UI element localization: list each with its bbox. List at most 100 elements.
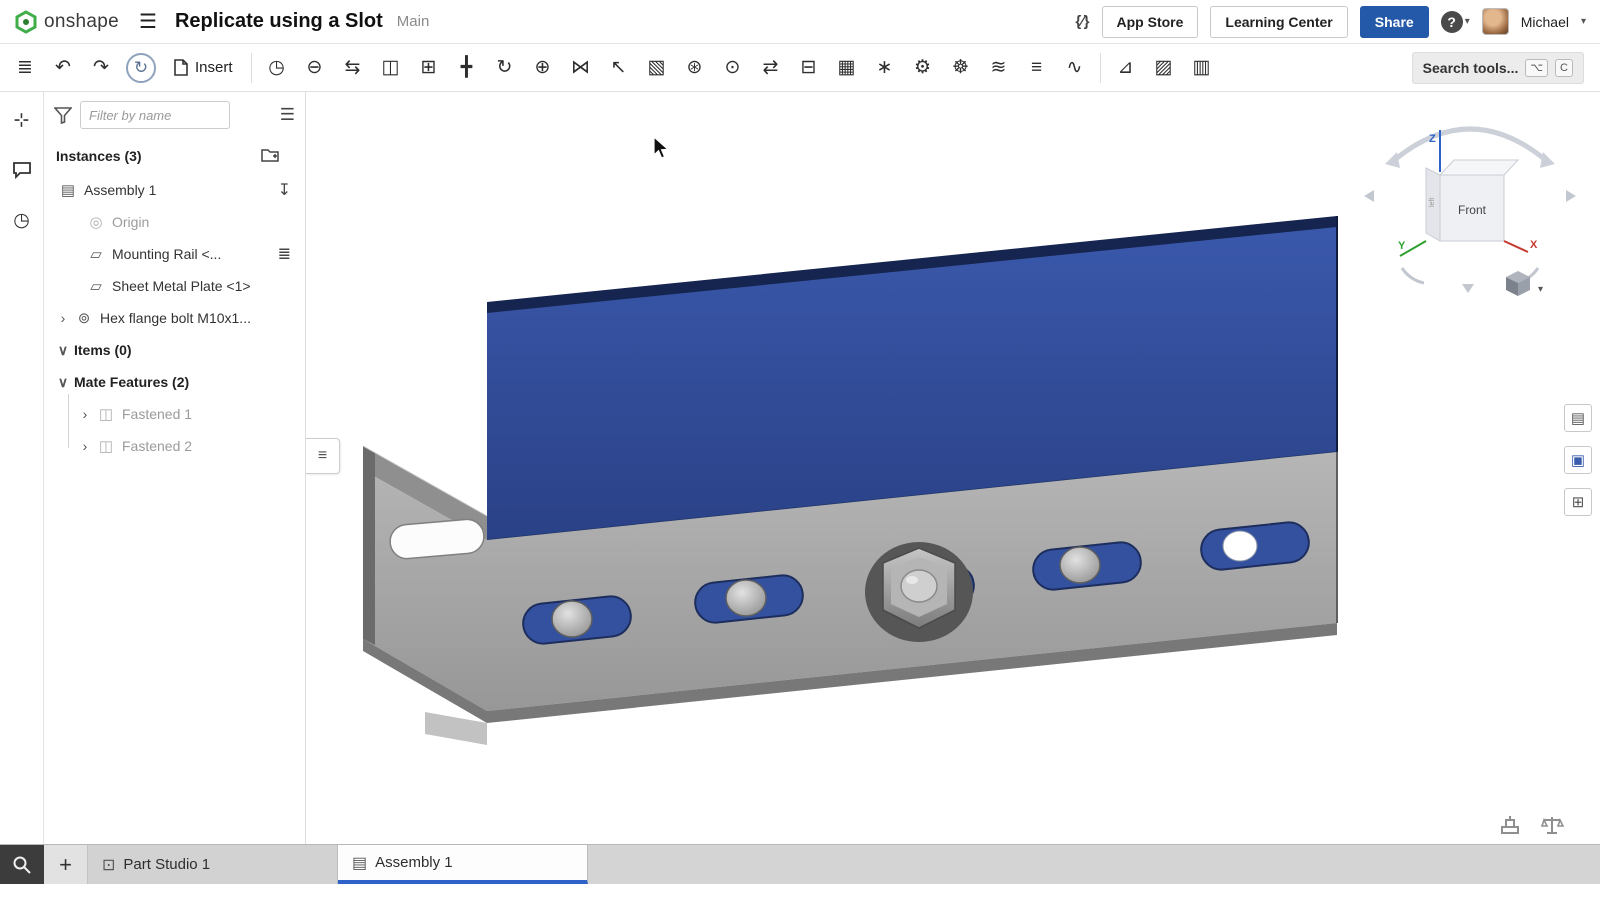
instances-header-label: Instances (3) — [56, 148, 142, 164]
collapse-chevron-icon[interactable]: ∨ — [56, 374, 70, 391]
tree-row-assembly[interactable]: ▤ Assembly 1 ↧ — [44, 174, 305, 206]
insert-page-icon — [174, 59, 188, 76]
rotate-tool-icon[interactable]: ↻ — [486, 49, 524, 87]
expand-chevron-icon[interactable]: › — [78, 406, 92, 422]
expand-chevron-icon[interactable]: › — [78, 438, 92, 454]
list-view-icon[interactable]: ☰ — [280, 105, 295, 125]
assembly-toolbar: ≣ ↶ ↷ ↻ Insert ◷ ⊖ ⇆ ◫ ⊞ ╋ ↻ ⊕ ⋈ ↖ ▧ ⊛ ⊙… — [0, 44, 1600, 92]
gear-relation-icon[interactable]: ⚙ — [904, 49, 942, 87]
mate-features-header[interactable]: ∨ Mate Features (2) — [44, 366, 305, 398]
flat-pattern-panel-icon[interactable]: ⊞ — [1564, 488, 1592, 516]
print-3d-icon[interactable] — [1498, 814, 1522, 836]
planar-mate-icon[interactable]: ◫ — [372, 49, 410, 87]
view-cube[interactable]: Front left Z Y X — [1364, 129, 1576, 293]
display-mode-caret-icon: ▾ — [1538, 284, 1543, 295]
origin-icon: ◎ — [86, 213, 106, 231]
expand-chevron-icon[interactable]: › — [56, 310, 70, 326]
tree-row-mounting-rail[interactable]: ▱ Mounting Rail <... ≣ — [44, 238, 305, 270]
transfer-instance-icon[interactable]: ⇄ — [752, 49, 790, 87]
search-tools-label: Search tools... — [1423, 60, 1519, 76]
learning-center-button[interactable]: Learning Center — [1210, 6, 1347, 38]
search-tools-box[interactable]: Search tools... ⌥ C — [1412, 52, 1584, 84]
view-down-arrow-icon[interactable] — [1462, 284, 1474, 293]
svg-text:X: X — [1530, 239, 1538, 251]
share-button[interactable]: Share — [1360, 6, 1429, 38]
view-right-arrow-icon[interactable] — [1566, 190, 1576, 202]
workspace-name[interactable]: Main — [397, 13, 430, 30]
fastened-2-label: Fastened 2 — [122, 438, 192, 454]
spline-path-icon[interactable]: ∿ — [1056, 49, 1094, 87]
new-tab-button[interactable]: + — [44, 845, 88, 884]
tree-row-sheet-metal-plate[interactable]: ▱ Sheet Metal Plate <1> — [44, 270, 305, 302]
arrange-icon[interactable]: ≡ — [1018, 49, 1056, 87]
mate-features-header-label: Mate Features (2) — [74, 374, 189, 390]
search-graphics-button[interactable] — [0, 845, 44, 884]
onshape-logo[interactable]: onshape — [14, 10, 119, 34]
tree-row-hex-bolt[interactable]: › ⊚ Hex flange bolt M10x1... — [44, 302, 305, 334]
part-studio-tab-label: Part Studio 1 — [123, 856, 210, 873]
hex-flange-bolt-part[interactable] — [865, 542, 973, 642]
assembly-label: Assembly 1 — [84, 182, 156, 198]
features-list-icon[interactable]: ≣ — [6, 49, 44, 87]
tree-row-fastened-2[interactable]: › ◫ Fastened 2 — [44, 430, 305, 462]
history-icon[interactable]: ◷ — [8, 206, 36, 234]
help-menu[interactable]: ? ▾ — [1441, 11, 1470, 33]
svg-text:left: left — [1429, 198, 1436, 207]
insert-derived-icon[interactable]: ⊙ — [714, 49, 752, 87]
cylindrical-mate-icon[interactable]: ⊖ — [296, 49, 334, 87]
replicate-icon[interactable]: ⊛ — [676, 49, 714, 87]
triad-move-icon[interactable]: ⊕ — [524, 49, 562, 87]
user-avatar[interactable] — [1482, 8, 1509, 35]
width-mate-icon[interactable]: ⋈ — [562, 49, 600, 87]
appearance-panel-icon[interactable]: ▣ — [1564, 446, 1592, 474]
filter-input[interactable] — [80, 101, 230, 129]
api-code-icon[interactable]: {∕} — [1075, 13, 1089, 30]
view-cube-top-face[interactable] — [1440, 160, 1518, 175]
model-tree-panel-icon[interactable]: ▤ — [1564, 404, 1592, 432]
draft-check-icon[interactable]: ▨ — [1145, 49, 1183, 87]
hamburger-menu-icon[interactable]: ☰ — [139, 9, 157, 34]
translate-xy-icon[interactable]: ⊞ — [410, 49, 448, 87]
bottom-tab-bar: + ⊡ Part Studio 1 ▤ Assembly 1 — [0, 844, 1600, 884]
new-folder-icon[interactable] — [261, 148, 279, 165]
update-sync-icon[interactable]: ↻ — [126, 53, 156, 83]
redo-icon[interactable]: ↷ — [82, 49, 120, 87]
rack-relation-icon[interactable]: ≋ — [980, 49, 1018, 87]
free-drag-icon[interactable]: ╋ — [448, 49, 486, 87]
part-icon: ▱ — [86, 245, 106, 263]
panel-collapse-handle[interactable]: ≡ — [306, 438, 340, 474]
named-views-icon[interactable]: ◷ — [258, 49, 296, 87]
comments-icon[interactable] — [8, 156, 36, 184]
insert-to-assembly-icon[interactable]: ↧ — [278, 180, 291, 200]
app-store-button[interactable]: App Store — [1102, 6, 1199, 38]
items-header-label: Items (0) — [74, 342, 132, 358]
mate-connector-icon[interactable]: ⊹ — [8, 106, 36, 134]
isolate-icon[interactable]: ⊿ — [1107, 49, 1145, 87]
tab-assembly-1[interactable]: ▤ Assembly 1 — [338, 845, 588, 884]
top-bar: onshape ☰ Replicate using a Slot Main {∕… — [0, 0, 1600, 44]
tree-row-origin[interactable]: ◎ Origin — [44, 206, 305, 238]
copy-instance-icon[interactable]: ⊟ — [790, 49, 828, 87]
filter-funnel-icon[interactable] — [54, 107, 72, 124]
insert-button[interactable]: Insert — [162, 53, 245, 82]
view-left-arrow-icon[interactable] — [1364, 190, 1374, 202]
fastened-1-label: Fastened 1 — [122, 406, 192, 422]
collapse-chevron-icon[interactable]: ∨ — [56, 342, 70, 359]
assembly-3d-viewport[interactable]: Front left Z Y X ▾ — [306, 92, 1600, 844]
in-context-icon[interactable]: ≣ — [278, 244, 291, 264]
items-header[interactable]: ∨ Items (0) — [44, 334, 305, 366]
revolute-mate-icon[interactable]: ⇆ — [334, 49, 372, 87]
undo-icon[interactable]: ↶ — [44, 49, 82, 87]
linear-pattern-icon[interactable]: ▦ — [828, 49, 866, 87]
tree-row-fastened-1[interactable]: › ◫ Fastened 1 — [44, 398, 305, 430]
appearance-icon[interactable]: ∗ — [866, 49, 904, 87]
scale-balance-icon[interactable] — [1540, 814, 1564, 836]
user-name[interactable]: Michael — [1521, 14, 1569, 30]
help-icon[interactable]: ? — [1441, 11, 1463, 33]
snap-mode-icon[interactable]: ↖ — [600, 49, 638, 87]
display-mode-dropdown[interactable]: ▾ — [1506, 271, 1543, 296]
gear-train-icon[interactable]: ☸ — [942, 49, 980, 87]
bom-icon[interactable]: ▥ — [1183, 49, 1221, 87]
named-positions-icon[interactable]: ▧ — [638, 49, 676, 87]
tab-part-studio-1[interactable]: ⊡ Part Studio 1 — [88, 845, 338, 884]
